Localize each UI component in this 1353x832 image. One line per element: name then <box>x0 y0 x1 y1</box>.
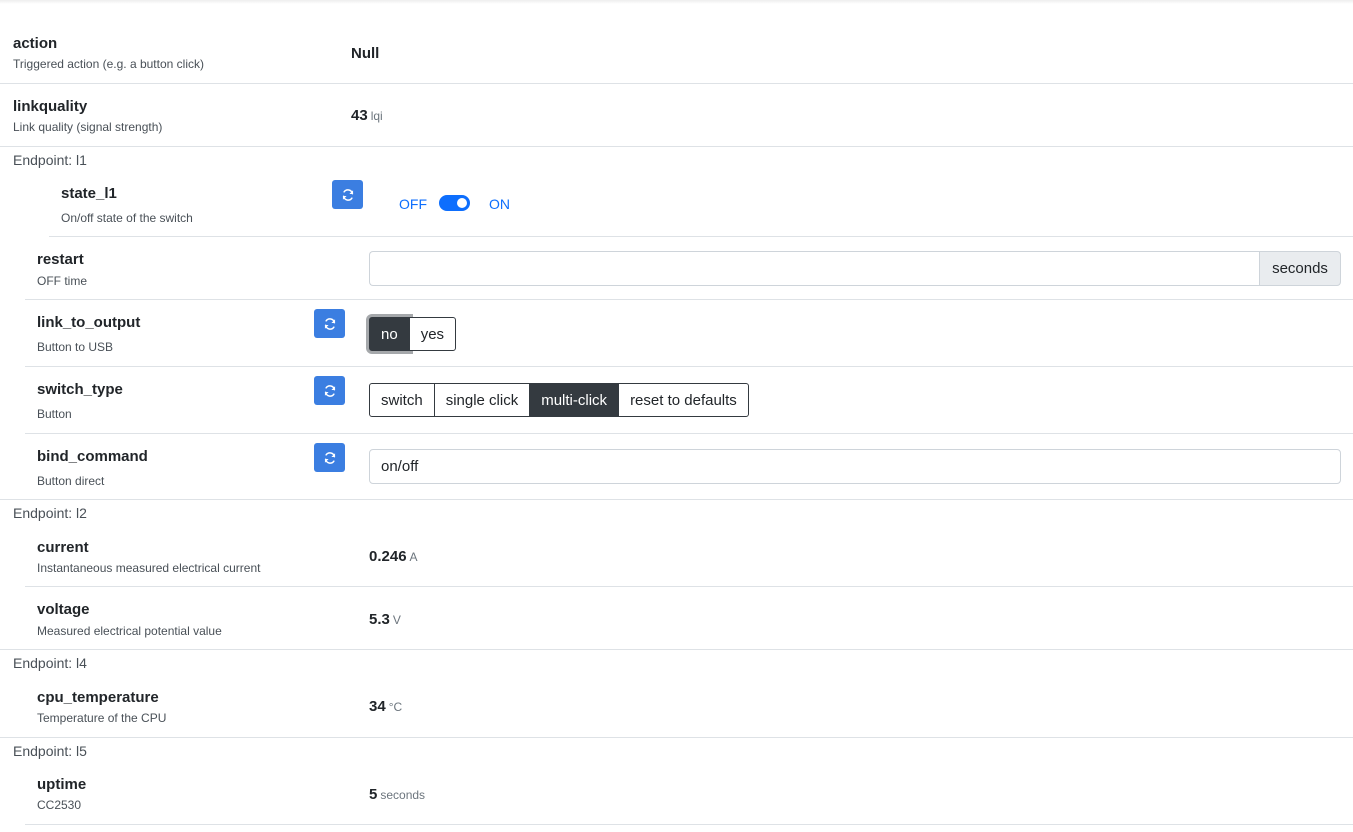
current-description: Instantaneous measured electrical curren… <box>37 561 261 575</box>
divider <box>25 586 1353 587</box>
voltage-unit: V <box>392 613 401 627</box>
divider <box>25 433 1353 434</box>
divider <box>25 366 1353 367</box>
bind-command-field[interactable]: on/off <box>369 449 1341 484</box>
current-name: current <box>37 539 89 556</box>
cpu-temperature-value: 34 <box>369 698 386 715</box>
uptime-description: CC2530 <box>37 798 82 812</box>
top-shadow <box>0 0 1353 4</box>
switch-type-description: Button <box>37 407 72 421</box>
voltage-description: Measured electrical potential value <box>37 624 222 638</box>
state-l1-toggle[interactable] <box>439 195 470 211</box>
voltage-value: 5.3 <box>369 611 390 628</box>
endpoint-l1-heading: Endpoint: l1 <box>13 152 87 168</box>
option-yes-button[interactable]: yes <box>408 317 457 351</box>
uptime-reading: 5 seconds <box>369 786 425 804</box>
linkquality-unit: lqi <box>370 109 383 123</box>
refresh-icon <box>342 188 353 201</box>
endpoint-l5-heading: Endpoint: l5 <box>13 743 87 759</box>
switch-type-name: switch_type <box>37 381 123 398</box>
divider <box>0 737 1353 738</box>
toggle-knob <box>457 198 467 208</box>
link-to-output-name: link_to_output <box>37 314 141 331</box>
option-reset-to-defaults-button[interactable]: reset to defaults <box>618 383 749 417</box>
option-multi-click-button[interactable]: multi-click <box>529 383 620 417</box>
voltage-name: voltage <box>37 601 90 618</box>
divider <box>49 236 1353 237</box>
current-reading: 0.246 A <box>369 548 418 566</box>
action-description: Triggered action (e.g. a button click) <box>13 57 204 71</box>
link-to-output-description: Button to USB <box>37 340 114 354</box>
switch-type-options: switch single click multi-click reset to… <box>369 383 749 417</box>
uptime-name: uptime <box>37 776 87 793</box>
option-single-click-button[interactable]: single click <box>433 383 531 417</box>
linkquality-reading: 43 lqi <box>351 107 383 125</box>
linkquality-description: Link quality (signal strength) <box>13 120 163 134</box>
uptime-value: 5 <box>369 786 378 803</box>
divider <box>25 299 1353 300</box>
state-l1-on-label[interactable]: ON <box>489 196 510 212</box>
cpu-temperature-name: cpu_temperature <box>37 689 159 706</box>
cpu-temperature-description: Temperature of the CPU <box>37 711 167 725</box>
restart-input-group: seconds <box>369 251 1341 286</box>
state-l1-off-label[interactable]: OFF <box>399 196 427 212</box>
divider <box>0 83 1353 84</box>
cpu-temperature-reading: 34 °C <box>369 698 402 716</box>
state-l1-refresh-button[interactable] <box>332 180 363 209</box>
state-l1-description: On/off state of the switch <box>61 211 193 225</box>
option-switch-button[interactable]: switch <box>369 383 435 417</box>
action-name: action <box>13 35 58 52</box>
state-l1-name: state_l1 <box>61 185 117 202</box>
voltage-reading: 5.3 V <box>369 611 401 629</box>
divider <box>25 824 1353 825</box>
linkquality-value: 43 <box>351 107 368 124</box>
restart-description: OFF time <box>37 274 87 288</box>
restart-input[interactable] <box>369 251 1259 286</box>
switch-type-refresh-button[interactable] <box>314 376 345 405</box>
link-to-output-refresh-button[interactable] <box>314 309 345 338</box>
link-to-output-options: no yes <box>369 317 457 351</box>
refresh-icon <box>324 317 335 330</box>
refresh-icon <box>324 451 335 464</box>
current-value: 0.246 <box>369 548 407 565</box>
linkquality-name: linkquality <box>13 98 88 115</box>
current-unit: A <box>409 550 418 564</box>
endpoint-l4-heading: Endpoint: l4 <box>13 655 87 671</box>
endpoint-l2-heading: Endpoint: l2 <box>13 505 87 521</box>
divider <box>0 146 1353 147</box>
restart-unit: seconds <box>1259 251 1341 286</box>
restart-name: restart <box>37 251 84 268</box>
divider <box>0 649 1353 650</box>
bind-command-refresh-button[interactable] <box>314 443 345 472</box>
option-no-button[interactable]: no <box>369 317 410 351</box>
divider <box>0 499 1353 500</box>
uptime-unit: seconds <box>380 788 426 802</box>
cpu-temperature-unit: °C <box>388 700 403 714</box>
action-value: Null <box>351 45 380 62</box>
bind-command-name: bind_command <box>37 448 148 465</box>
refresh-icon <box>324 384 335 397</box>
bind-command-description: Button direct <box>37 474 105 488</box>
